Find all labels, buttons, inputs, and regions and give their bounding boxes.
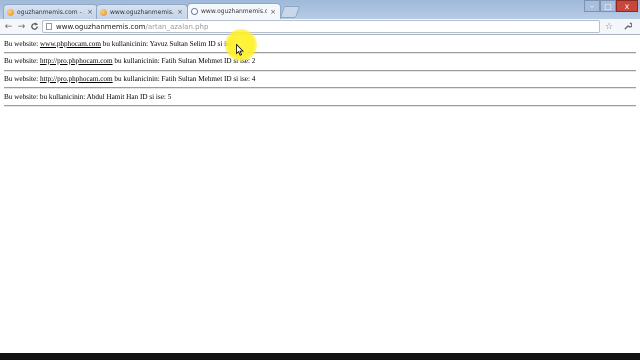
favicon-icon — [100, 8, 107, 16]
tab-3-active[interactable]: www.oguzhanmemis.com/ × — [187, 3, 281, 19]
list-item: Bu website: http://pro.phphocam.com bu k… — [4, 75, 255, 83]
row-prefix: Bu website: — [4, 57, 40, 65]
tab-label: oguzhanmemis.com - Arc — [17, 8, 84, 16]
forward-button[interactable]: → — [15, 20, 28, 33]
minimize-button[interactable]: – — [584, 0, 600, 12]
bookmark-star-icon[interactable]: ☆ — [603, 20, 615, 33]
divider — [4, 87, 636, 89]
row-text: Bu website: bu kullanicinin: Abdul Hamit… — [4, 93, 172, 101]
divider — [4, 70, 636, 72]
browser-toolbar: ← → www.oguzhanmemis.com/artan_azalan.ph… — [0, 19, 640, 35]
mouse-pointer-icon — [236, 44, 244, 56]
globe-icon — [191, 8, 198, 15]
row-prefix: Bu website: — [4, 75, 40, 83]
favicon-icon — [7, 8, 14, 16]
new-tab-button[interactable] — [279, 6, 301, 18]
list-item: Bu website: bu kullanicinin: Abdul Hamit… — [4, 93, 171, 101]
wrench-icon — [623, 22, 632, 30]
website-link[interactable]: http://pro.phphocam.com — [40, 75, 113, 83]
close-icon[interactable]: × — [177, 8, 183, 16]
list-item: Bu website: http://pro.phphocam.com bu k… — [4, 57, 255, 65]
tab-2[interactable]: www.oguzhanmemis.com × — [96, 4, 188, 19]
wrench-menu-icon[interactable] — [620, 20, 634, 33]
title-bar: oguzhanmemis.com - Arc × www.oguzhanmemi… — [0, 0, 640, 19]
reload-button[interactable] — [28, 20, 41, 33]
reload-icon — [31, 22, 39, 30]
row-prefix: Bu website: — [4, 40, 40, 48]
divider — [4, 105, 636, 107]
list-item: Bu website: www.phphocam.com bu kullanic… — [4, 40, 240, 48]
tab-1[interactable]: oguzhanmemis.com - Arc × — [3, 4, 98, 19]
back-button[interactable]: ← — [2, 20, 15, 33]
close-icon[interactable]: × — [270, 8, 276, 16]
tab-label: www.oguzhanmemis.com/ — [201, 8, 267, 15]
website-link[interactable]: www.phphocam.com — [40, 40, 101, 48]
row-suffix: bu kullanicinin: Yavuz Sultan Selim ID s… — [100, 40, 240, 48]
tab-label: www.oguzhanmemis.com — [110, 8, 174, 16]
page-content: Bu website: www.phphocam.com bu kullanic… — [0, 35, 640, 353]
row-suffix: bu kullanicinin: Fatih Sultan Mehmet ID … — [112, 75, 256, 83]
website-link[interactable]: http://pro.phphocam.com — [40, 57, 113, 65]
url-host: www.oguzhanmemis.com — [56, 22, 146, 31]
url-path: /artan_azalan.php — [145, 22, 209, 31]
address-bar[interactable]: www.oguzhanmemis.com/artan_azalan.php — [42, 20, 600, 33]
page-icon — [46, 23, 52, 30]
close-icon[interactable]: × — [87, 8, 93, 16]
close-window-button[interactable]: x — [616, 0, 638, 12]
maximize-button[interactable]: □ — [600, 0, 616, 12]
screen-bottom-bar — [0, 353, 640, 360]
divider — [4, 52, 636, 54]
